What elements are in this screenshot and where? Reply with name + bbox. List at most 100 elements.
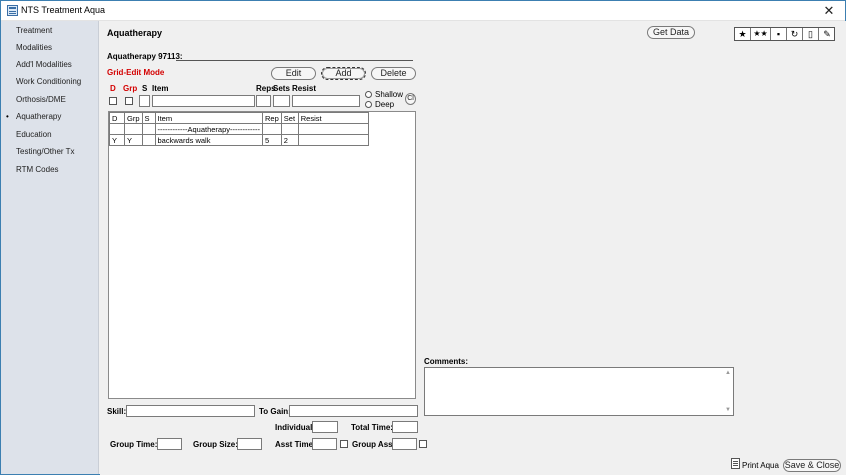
double-star-icon[interactable]: ★★ (751, 28, 771, 40)
grid-cell (124, 123, 143, 135)
d-checkbox[interactable] (109, 97, 117, 105)
page-title: Aquatherapy (107, 28, 163, 38)
cl-button[interactable]: Cl (405, 93, 416, 105)
star-icon[interactable]: ★ (735, 28, 751, 40)
col-grp-label: Grp (123, 84, 138, 93)
grid-cell (262, 123, 282, 135)
grid-header-row: D Grp S Item Rep Set Resist (109, 112, 369, 124)
skill-field[interactable] (126, 405, 255, 417)
grid-cell: Y (124, 134, 143, 146)
grid-cell: 2 (280, 134, 299, 146)
save-icon[interactable]: ▪ (771, 28, 787, 40)
scroll-up-icon[interactable]: ▲ (724, 370, 732, 376)
table-row[interactable]: Y Y backwards walk 5 2 (109, 134, 369, 146)
individual-field[interactable] (312, 421, 338, 433)
code-underline (176, 60, 413, 61)
grid-header-rep: Rep (262, 112, 282, 124)
get-data-button[interactable]: Get Data (647, 26, 695, 39)
refresh-icon[interactable]: ↻ (787, 28, 803, 40)
main-panel: Aquatherapy Get Data ★ ★★ ▪ ↻ ▯ ✎ Aquath… (100, 21, 846, 475)
item-field[interactable] (152, 95, 255, 107)
skill-label: Skill: (107, 407, 127, 416)
resist-field[interactable] (292, 95, 360, 107)
eraser-icon[interactable]: ✎ (819, 28, 835, 40)
comments-label: Comments: (424, 357, 469, 366)
title-bar: NTS Treatment Aqua ✕ (1, 1, 845, 21)
total-time-field[interactable] (392, 421, 418, 433)
group-size-label: Group Size: (193, 440, 238, 449)
delete-button[interactable]: Delete (371, 67, 416, 80)
sidebar: Treatment Modalities Add'l Modalities Wo… (1, 21, 99, 474)
asst-time-checkbox[interactable] (340, 440, 348, 448)
sidebar-item-orthosis-dme[interactable]: Orthosis/DME (16, 95, 66, 104)
edit-button[interactable]: Edit (271, 67, 316, 80)
sidebar-item-aquatherapy[interactable]: Aquatherapy (16, 112, 61, 121)
grid-header-set: Set (280, 112, 299, 124)
grid-cell: ------------Aquatherapy------------ (154, 123, 264, 135)
total-time-label: Total Time: (351, 423, 393, 432)
code-label: Aquatherapy 97113: (107, 52, 183, 61)
asst-time-field[interactable] (312, 438, 337, 450)
grid-cell (141, 123, 156, 135)
app-icon (7, 5, 18, 16)
shallow-label: Shallow (375, 90, 404, 99)
to-gain-label: To Gain: (259, 407, 291, 416)
grid-header-resist: Resist (297, 112, 369, 124)
group-size-field[interactable] (237, 438, 262, 450)
comments-textarea[interactable]: ▲ ▼ (424, 367, 734, 416)
grid-cell (297, 134, 369, 146)
sets-field[interactable] (273, 95, 290, 107)
col-resist-label: Resist (292, 84, 317, 93)
col-s-label: S (142, 84, 148, 93)
grid-header-d: D (109, 112, 125, 124)
sidebar-item-work-conditioning[interactable]: Work Conditioning (16, 77, 81, 86)
grid-cell (141, 134, 156, 146)
col-sets-label: Sets (273, 84, 290, 93)
grid-header-s: S (141, 112, 156, 124)
s-field[interactable] (139, 95, 150, 107)
sidebar-item-modalities[interactable]: Modalities (16, 43, 52, 52)
sidebar-item-education[interactable]: Education (16, 130, 52, 139)
grid-cell (280, 123, 299, 135)
grid-cell: backwards walk (154, 134, 264, 146)
col-d-label: D (110, 84, 116, 93)
to-gain-field[interactable] (289, 405, 418, 417)
grid-header-item: Item (154, 112, 264, 124)
grp-checkbox[interactable] (125, 97, 133, 105)
grid-cell: Y (109, 134, 125, 146)
save-close-button[interactable]: Save & Close (783, 459, 841, 472)
group-asst-checkbox[interactable] (419, 440, 427, 448)
individual-label: Individual: (275, 423, 315, 432)
deep-label: Deep (375, 100, 395, 109)
col-item-label: Item (152, 84, 169, 93)
sidebar-item-testing-other-tx[interactable]: Testing/Other Tx (16, 147, 75, 156)
printer-icon[interactable] (731, 458, 740, 469)
exercise-grid[interactable]: D Grp S Item Rep Set Resist ------------… (108, 111, 416, 399)
table-row[interactable]: ------------Aquatherapy------------ (109, 123, 369, 135)
group-time-field[interactable] (157, 438, 182, 450)
sidebar-item-treatment[interactable]: Treatment (16, 26, 52, 35)
grid-cell: 5 (262, 134, 282, 146)
close-button[interactable]: ✕ (815, 2, 843, 20)
grid-cell (297, 123, 369, 135)
sidebar-item-addl-modalities[interactable]: Add'l Modalities (16, 60, 72, 69)
asst-time-label: Asst Time: (275, 440, 316, 449)
window-title: NTS Treatment Aqua (21, 5, 106, 15)
sidebar-item-rtm-codes[interactable]: RTM Codes (16, 165, 59, 174)
group-time-label: Group Time: (110, 440, 158, 449)
reps-field[interactable] (256, 95, 271, 107)
print-aqua-button[interactable]: Print Aqua (742, 461, 779, 470)
grid-cell (109, 123, 125, 135)
deep-radio[interactable] (365, 101, 372, 108)
add-button[interactable]: Add (321, 67, 366, 80)
app-window: NTS Treatment Aqua ✕ Treatment Modalitie… (0, 0, 846, 475)
grid-header-grp: Grp (124, 112, 143, 124)
shallow-radio[interactable] (365, 91, 372, 98)
grid-table: D Grp S Item Rep Set Resist ------------… (109, 112, 369, 146)
toolbar: ★ ★★ ▪ ↻ ▯ ✎ (734, 27, 835, 41)
clipboard-icon[interactable]: ▯ (803, 28, 819, 40)
scroll-down-icon[interactable]: ▼ (724, 407, 732, 413)
selected-bullet-icon: • (6, 112, 9, 121)
group-asst-field[interactable] (392, 438, 417, 450)
mode-label: Grid-Edit Mode (107, 68, 165, 77)
